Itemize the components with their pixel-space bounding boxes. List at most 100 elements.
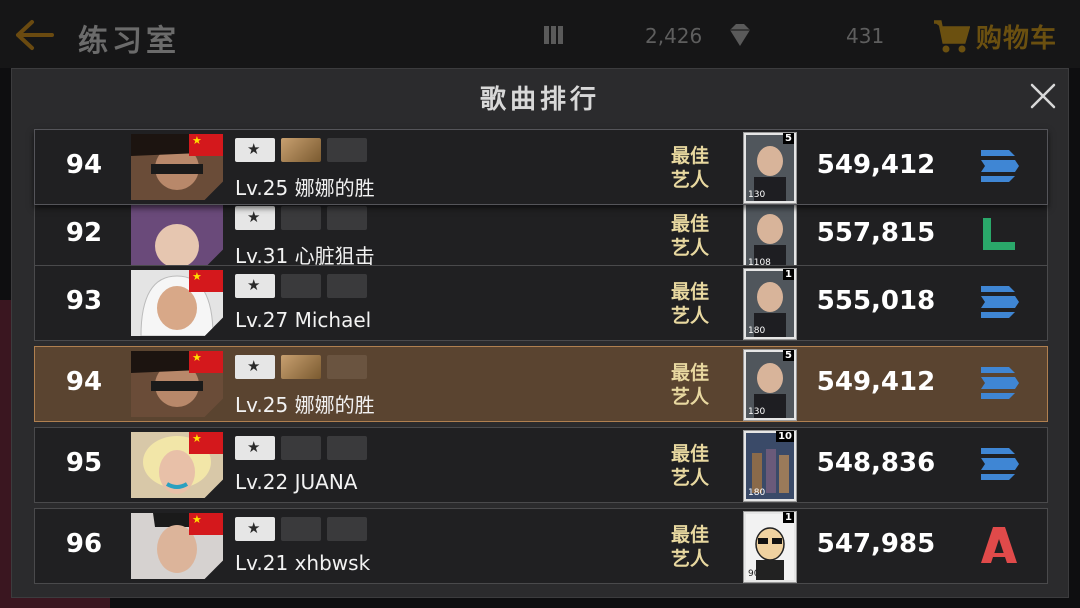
grade-bars-icon [981,367,1019,399]
ranking-list[interactable]: 94 Lv.25 娜娜的胜 最佳艺人 5 130 549,412 [12,121,1070,599]
player-level-name: Lv.25 娜娜的胜 [235,389,375,418]
player-name: Michael [294,308,372,332]
player-level: Lv.25 [235,393,289,417]
rank-badge-icon [281,274,321,298]
crown-badge-icon [327,138,367,162]
player-level-name: Lv.27 Michael [235,308,371,332]
best-artist-line2: 艺人 [670,548,709,570]
artist-card[interactable]: 5 130 [743,132,797,204]
best-artist-line2: 艺人 [670,237,709,259]
grade-bars-icon [981,286,1019,318]
best-artist-line2: 艺人 [670,169,709,191]
card-power: 90 [748,569,760,579]
card-level: 1 [783,269,794,280]
china-flag-icon [189,351,223,373]
china-flag-icon [189,134,223,156]
card-level: 5 [783,350,794,361]
cart-label: 购物车 [976,24,1058,54]
best-artist-line2: 艺人 [670,467,709,489]
player-level: Lv.22 [235,470,289,494]
card-power: 180 [748,488,766,498]
star-badge-icon [235,355,275,379]
star-badge-icon [235,517,275,541]
china-flag-icon [189,513,223,535]
artist-card[interactable]: 1 90 [743,511,797,583]
rank-badge-icon [281,436,321,460]
player-name: xhbwsk [294,551,371,575]
grade-a-icon [981,527,1017,563]
own-rank-row[interactable]: 94 Lv.25 娜娜的胜 最佳艺人 5 130 549,412 [34,346,1048,422]
score: 549,412 [816,367,936,397]
artist-card[interactable]: 10 180 [743,430,797,502]
score: 549,412 [816,150,936,180]
score: 547,985 [816,529,936,559]
rank-row[interactable]: 95 Lv.22 JUANA 最佳艺人 10 180 548,836 [34,427,1048,503]
rank-badge-icon [281,206,321,230]
china-flag-icon [189,432,223,454]
rank-number: 96 [65,529,103,559]
card-level: 1 [783,512,794,523]
best-artist-line1: 最佳 [670,362,709,384]
close-icon[interactable] [1028,81,1058,111]
grade-bars-icon [981,448,1019,480]
rank-badge-icon [281,138,321,162]
player-level: Lv.25 [235,176,289,200]
diamond-value: 431 [846,24,885,48]
star-badge-icon [235,274,275,298]
player-level: Lv.21 [235,551,289,575]
rank-badge-icon [281,355,321,379]
rank-badge-icon [281,517,321,541]
rank-row[interactable]: 96 Lv.21 xhbwsk 最佳艺人 1 90 547,985 [34,508,1048,584]
stat-value: 2,426 [645,24,703,48]
star-badge-icon [235,436,275,460]
cart-button[interactable]: 购物车 [932,14,1080,56]
rank-row[interactable]: 92 Lv.31 心脏狙击 最佳艺人 1108 557,815 [34,197,1048,273]
card-power: 180 [748,326,766,336]
song-ranking-modal: 歌曲排行 94 Lv.25 娜娜的胜 最佳艺人 5 130 549,412 [11,68,1069,598]
player-level-name: Lv.22 JUANA [235,470,357,494]
best-artist-label: 最佳 艺人 [665,212,715,260]
artist-card[interactable]: 5 130 [743,349,797,421]
grade-bars-icon [981,150,1019,182]
best-artist-label: 最佳 艺人 [665,523,715,571]
star-badge-icon [235,206,275,230]
best-artist-line2: 艺人 [670,305,709,327]
back-arrow-icon[interactable] [14,18,54,52]
best-artist-label: 最佳 艺人 [665,442,715,490]
best-artist-line1: 最佳 [670,524,709,546]
best-artist-line2: 艺人 [670,386,709,408]
avatar [131,202,223,268]
best-artist-line1: 最佳 [670,443,709,465]
modal-title: 歌曲排行 [479,85,600,115]
artist-card[interactable]: 1 180 [743,268,797,340]
crown-badge-icon [327,355,367,379]
crown-badge-icon [327,206,367,230]
grade-c-icon [983,218,1015,250]
score: 548,836 [816,448,936,478]
card-level: 5 [783,133,794,144]
player-level-name: Lv.25 娜娜的胜 [235,172,375,201]
best-artist-label: 最佳 艺人 [665,280,715,328]
card-power: 130 [748,190,766,200]
crown-badge-icon [327,436,367,460]
star-badge-icon [235,138,275,162]
page-title: 练习室 [78,24,180,59]
crown-badge-icon [327,517,367,541]
score: 555,018 [816,286,936,316]
rank-number: 94 [65,367,103,397]
pinned-own-rank-row[interactable]: 94 Lv.25 娜娜的胜 最佳艺人 5 130 549,412 [34,129,1048,205]
top-bar: 练习室 2,426 431 购物车 [0,0,1080,68]
rank-number: 92 [65,218,103,248]
player-name: 娜娜的胜 [294,176,375,200]
player-level: Lv.27 [235,308,289,332]
rank-row[interactable]: 93 Lv.27 Michael 最佳艺人 1 180 555,018 [34,265,1048,341]
player-name: JUANA [294,470,358,494]
artist-card[interactable]: 1108 [743,200,797,272]
shopping-cart-icon [934,20,970,53]
best-artist-line1: 最佳 [670,145,709,167]
player-name: 娜娜的胜 [294,393,375,417]
player-level-name: Lv.21 xhbwsk [235,551,370,575]
best-artist-line1: 最佳 [670,213,709,235]
china-flag-icon [189,270,223,292]
rank-number: 93 [65,286,103,316]
